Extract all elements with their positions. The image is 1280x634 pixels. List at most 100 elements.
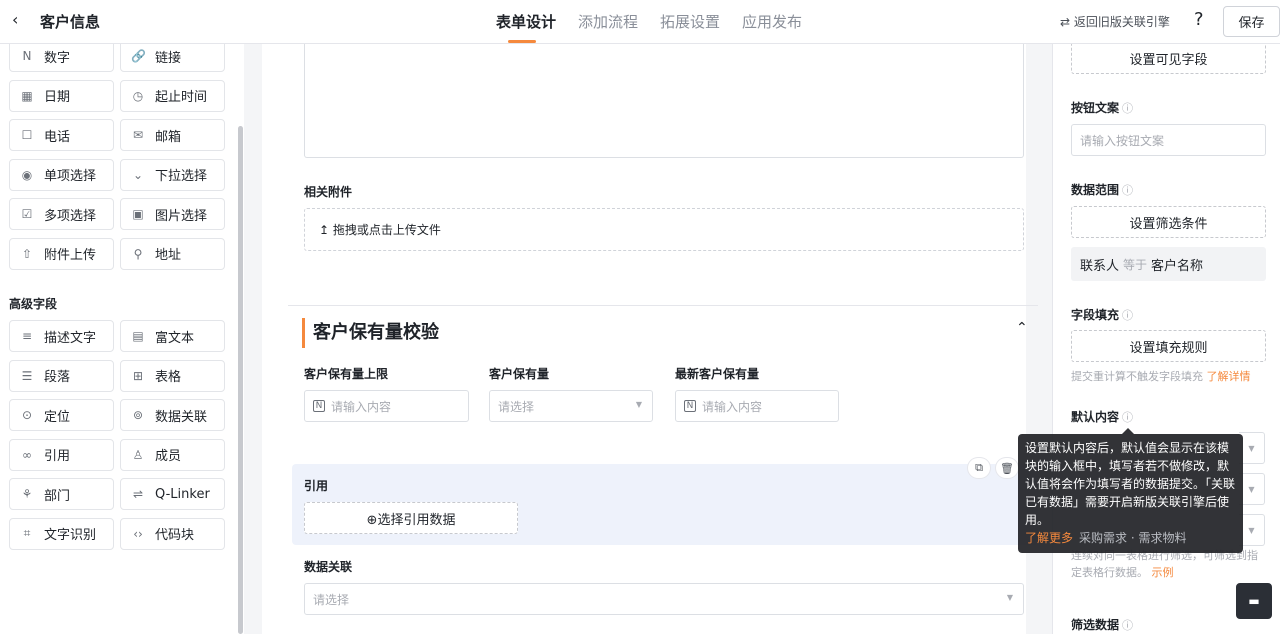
textarea-field[interactable] bbox=[304, 44, 1024, 158]
tab-app-publish[interactable]: 应用发布 bbox=[742, 11, 802, 43]
field-type-icon: ⇧ bbox=[21, 246, 33, 261]
palette-basic-field[interactable]: 🔗 链接 bbox=[120, 44, 225, 72]
field-type-label: 代码块 bbox=[155, 528, 195, 543]
field-type-label: 段落 bbox=[44, 370, 71, 385]
palette-basic-field[interactable]: ☑ 多项选择 bbox=[9, 198, 114, 230]
reference-label: 引用 bbox=[304, 479, 329, 493]
palette-advanced-field[interactable]: ⊞ 表格 bbox=[120, 359, 225, 392]
default-content-tooltip: 设置默认内容后，默认值会显示在该模块的输入框中，填写者若不做修改，默认值将会作为… bbox=[1018, 428, 1243, 553]
tab-form-design[interactable]: 表单设计 bbox=[496, 11, 556, 43]
field-label-latest: 最新客户保有量 bbox=[675, 367, 760, 381]
field-type-icon: ‹› bbox=[133, 526, 143, 541]
field-type-icon: ⊚ bbox=[132, 408, 144, 422]
palette-basic-field[interactable]: ☐ 电话 bbox=[9, 119, 114, 151]
save-button[interactable]: 保存 bbox=[1223, 6, 1280, 37]
button-text-input[interactable]: 请输入按钮文案 bbox=[1071, 124, 1266, 156]
reference-tools: ⧉ 🗑 bbox=[968, 458, 1018, 478]
question-circle-icon[interactable]: ⓘ bbox=[1122, 309, 1133, 322]
form-card: 相关附件 ↥ 拖拽或点击上传文件 客户保有量校验 ⌃ 客户保有量上限 N 请输入… bbox=[262, 44, 1038, 634]
tooltip-more-link[interactable]: 了解更多 bbox=[1025, 531, 1073, 545]
question-circle-icon[interactable]: ⓘ bbox=[1122, 102, 1133, 115]
palette-scrollbar[interactable] bbox=[238, 126, 243, 634]
palette-basic-field[interactable]: ◷ 起止时间 bbox=[120, 79, 225, 112]
visible-fields-button[interactable]: 设置可见字段 bbox=[1071, 44, 1266, 74]
field-type-icon: ⌄ bbox=[132, 167, 144, 182]
palette-basic-field[interactable]: ▣ 图片选择 bbox=[120, 198, 225, 230]
fill-hint-link[interactable]: 了解详情 bbox=[1207, 370, 1251, 383]
count-select[interactable]: 请选择 ▼ bbox=[489, 390, 653, 422]
filter-condition-button[interactable]: 设置筛选条件 bbox=[1071, 206, 1266, 238]
field-type-label: 地址 bbox=[155, 248, 182, 263]
field-type-icon: ✉ bbox=[132, 128, 144, 142]
palette-advanced-field[interactable]: ≡ 描述文字 bbox=[9, 320, 114, 352]
field-type-icon: ⊞ bbox=[132, 368, 144, 383]
palette-advanced-field[interactable]: ‹› 代码块 bbox=[120, 517, 225, 550]
limit-input[interactable]: N 请输入内容 bbox=[304, 390, 469, 422]
chevron-left-icon[interactable]: ‹ bbox=[12, 10, 18, 29]
question-circle-icon[interactable]: ⓘ bbox=[1122, 411, 1133, 424]
field-type-icon: ≡ bbox=[21, 329, 33, 343]
data-link-label: 数据关联 bbox=[304, 560, 353, 574]
latest-input[interactable]: N 请输入内容 bbox=[675, 390, 839, 422]
field-label-limit: 客户保有量上限 bbox=[304, 367, 389, 381]
trash-icon[interactable]: 🗑 bbox=[996, 458, 1018, 478]
palette-advanced-field[interactable]: ☰ 段落 bbox=[9, 359, 114, 392]
field-type-icon: N bbox=[22, 49, 32, 63]
count-placeholder: 请选择 bbox=[498, 399, 535, 414]
palette-basic-field[interactable]: ⚲ 地址 bbox=[120, 237, 225, 270]
palette-advanced-field[interactable]: ⚘ 部门 bbox=[9, 478, 114, 510]
field-type-icon: ⌗ bbox=[23, 526, 31, 540]
palette-advanced-field[interactable]: ∞ 引用 bbox=[9, 438, 114, 471]
tab-extend-settings[interactable]: 拓展设置 bbox=[660, 11, 720, 43]
palette-basic-field[interactable]: ◉ 单项选择 bbox=[9, 158, 114, 191]
fill-hint: 提交重计算不触发字段填充 了解详情 bbox=[1071, 368, 1251, 384]
palette-basic-field[interactable]: ✉ 邮箱 bbox=[120, 119, 225, 151]
palette-advanced-field[interactable]: ▤ 富文本 bbox=[120, 320, 225, 352]
filter-data-label-text: 筛选数据 bbox=[1071, 618, 1120, 632]
tab-add-flow[interactable]: 添加流程 bbox=[578, 11, 638, 43]
palette-basic-field[interactable]: ▦ 日期 bbox=[9, 79, 114, 112]
palette-basic-field[interactable]: N 数字 bbox=[9, 44, 114, 72]
field-type-label: 表格 bbox=[155, 370, 182, 385]
question-circle-icon[interactable]: ⓘ bbox=[1122, 184, 1133, 197]
chat-icon[interactable]: ▬ bbox=[1236, 583, 1272, 619]
data-link-select[interactable]: 请选择 ▼ bbox=[304, 583, 1024, 615]
upload-dropzone[interactable]: ↥ 拖拽或点击上传文件 bbox=[304, 208, 1024, 251]
fill-rule-button[interactable]: 设置填充规则 bbox=[1071, 330, 1266, 362]
palette-advanced-field[interactable]: ⌗ 文字识别 bbox=[9, 517, 114, 550]
button-text-label-text: 按钮文案 bbox=[1071, 101, 1120, 115]
field-type-icon: ☑ bbox=[21, 207, 33, 221]
palette-advanced-field[interactable]: ⊚ 数据关联 bbox=[120, 399, 225, 431]
select-reference-button[interactable]: ⊕选择引用数据 bbox=[304, 502, 518, 534]
condition-value: 客户名称 bbox=[1151, 258, 1204, 274]
field-type-label: 文字识别 bbox=[44, 528, 97, 543]
form-canvas: 相关附件 ↥ 拖拽或点击上传文件 客户保有量校验 ⌃ 客户保有量上限 N 请输入… bbox=[244, 44, 1052, 634]
field-type-icon: ♙ bbox=[132, 447, 144, 462]
palette-advanced-field[interactable]: ⇌ Q-Linker bbox=[120, 478, 225, 510]
data-range-label-text: 数据范围 bbox=[1071, 183, 1120, 197]
field-type-label: 描述文字 bbox=[44, 330, 97, 346]
palette-advanced-field[interactable]: ♙ 成员 bbox=[120, 438, 225, 471]
field-type-label: 多项选择 bbox=[44, 208, 97, 224]
field-type-icon: ⚲ bbox=[133, 246, 143, 261]
filter-hint-link[interactable]: 示例 bbox=[1152, 566, 1174, 579]
field-type-icon: ▣ bbox=[132, 207, 144, 221]
legacy-engine-link[interactable]: ⇄ 返回旧版关联引擎 bbox=[1060, 13, 1170, 30]
question-circle-icon[interactable]: ⓘ bbox=[1122, 619, 1133, 632]
question-icon[interactable]: ? bbox=[1194, 9, 1204, 30]
default-content-label: 默认内容 ⓘ bbox=[1071, 408, 1133, 425]
copy-icon[interactable]: ⧉ bbox=[968, 458, 990, 478]
field-type-label: 富文本 bbox=[155, 330, 195, 346]
field-type-icon: ◉ bbox=[21, 167, 33, 182]
top-bar: ‹ 客户信息 表单设计 添加流程 拓展设置 应用发布 ⇄ 返回旧版关联引擎 ? … bbox=[0, 0, 1280, 44]
palette-basic-field[interactable]: ⌄ 下拉选择 bbox=[120, 158, 225, 191]
field-type-label: 数据关联 bbox=[155, 409, 208, 425]
field-type-icon: ∞ bbox=[22, 447, 32, 462]
chevron-up-icon[interactable]: ⌃ bbox=[1016, 320, 1028, 336]
palette-advanced-field[interactable]: ⊙ 定位 bbox=[9, 399, 114, 431]
field-type-icon: ▦ bbox=[21, 88, 33, 103]
palette-basic-field[interactable]: ⇧ 附件上传 bbox=[9, 237, 114, 270]
latest-placeholder: 请输入内容 bbox=[702, 399, 763, 414]
filter-condition[interactable]: 联系人 等于 客户名称 bbox=[1071, 247, 1266, 281]
button-text-label: 按钮文案 ⓘ bbox=[1071, 99, 1133, 116]
